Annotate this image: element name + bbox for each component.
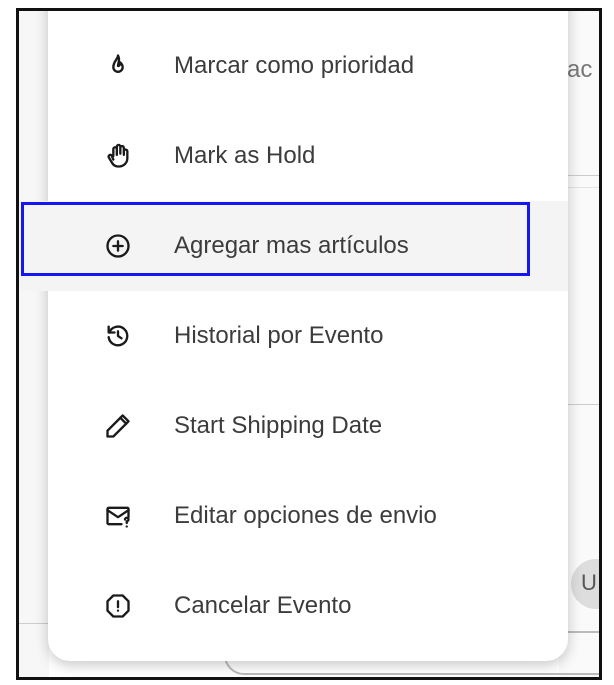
menu-item-label: Mark as Hold bbox=[174, 142, 316, 169]
menu-item-mark-as-hold[interactable]: Mark as Hold bbox=[48, 111, 568, 201]
alert-octagon-icon bbox=[106, 594, 130, 618]
menu-item-start-shipping-date[interactable]: Start Shipping Date bbox=[48, 381, 568, 471]
mail-question-icon bbox=[106, 506, 130, 528]
menu-item-label: Start Shipping Date bbox=[174, 412, 383, 439]
focus-outline bbox=[21, 202, 530, 276]
menu-item-label: Historial por Evento bbox=[174, 322, 384, 349]
background-panel-left bbox=[19, 11, 49, 677]
screenshot-frame: ac D U Marcar como prioridad Mark as Hol… bbox=[16, 8, 602, 680]
menu-item-historial-evento[interactable]: Historial por Evento bbox=[48, 291, 568, 381]
context-menu: Marcar como prioridad Mark as Hold Agreg… bbox=[19, 11, 568, 661]
menu-item-label: Cancelar Evento bbox=[174, 592, 352, 619]
menu-item-cancelar-evento[interactable]: Cancelar Evento bbox=[48, 561, 568, 651]
history-icon bbox=[107, 325, 129, 347]
divider bbox=[19, 623, 49, 624]
menu-item-label: Editar opciones de envio bbox=[174, 502, 437, 529]
menu-item-editar-envio[interactable]: Editar opciones de envio bbox=[48, 471, 568, 561]
avatar-letter: U bbox=[581, 570, 597, 595]
hand-icon bbox=[107, 143, 129, 168]
menu-item-marcar-prioridad[interactable]: Marcar como prioridad bbox=[48, 21, 568, 111]
pencil-icon bbox=[106, 414, 130, 438]
background-text: ac bbox=[567, 56, 593, 83]
menu-item-label: Marcar como prioridad bbox=[174, 52, 415, 79]
flame-icon bbox=[112, 54, 124, 73]
